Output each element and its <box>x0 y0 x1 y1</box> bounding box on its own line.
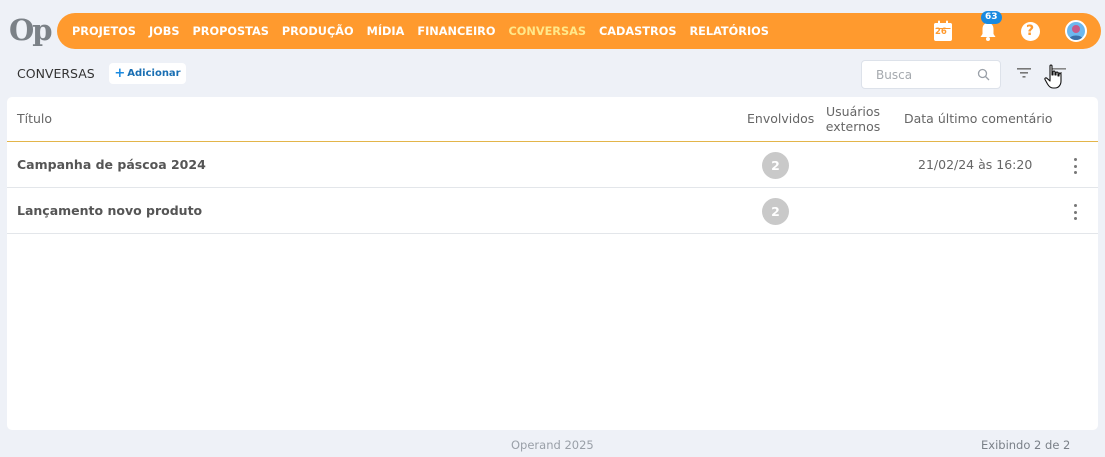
column-header-external-line1: Usuários <box>825 104 881 119</box>
search-box <box>861 60 1001 89</box>
nav-item-projetos[interactable]: PROJETOS <box>72 25 136 38</box>
nav-item-producao[interactable]: PRODUÇÃO <box>282 25 354 38</box>
nav-item-midia[interactable]: MÍDIA <box>367 25 405 38</box>
table-row[interactable]: Lançamento novo produto 2 <box>7 188 1098 234</box>
calendar-icon[interactable]: 26 <box>930 18 956 44</box>
notification-badge: 63 <box>981 11 1002 24</box>
column-header-external-line2: externos <box>825 119 881 134</box>
kebab-menu-icon[interactable] <box>1066 156 1084 176</box>
nav-item-conversas[interactable]: CONVERSAS <box>508 25 586 38</box>
page-title: CONVERSAS <box>17 66 95 81</box>
help-button[interactable]: ? <box>1017 18 1043 44</box>
hand-cursor-icon <box>1044 64 1062 89</box>
main-navbar: PROJETOS JOBS PROPOSTAS PRODUÇÃO MÍDIA F… <box>57 11 1101 49</box>
app-logo[interactable]: Op <box>9 13 53 47</box>
involved-count-badge: 2 <box>762 198 789 225</box>
nav-item-relatorios[interactable]: RELATÓRIOS <box>689 25 768 38</box>
kebab-menu-icon[interactable] <box>1066 202 1084 222</box>
user-avatar[interactable] <box>1063 18 1089 44</box>
search-icon[interactable] <box>977 68 990 81</box>
column-header-last-comment[interactable]: Data último comentário <box>904 111 1053 126</box>
conversation-title[interactable]: Lançamento novo produto <box>17 203 202 218</box>
column-header-title[interactable]: Título <box>17 111 52 126</box>
last-comment-date: 21/02/24 às 16:20 <box>918 157 1033 172</box>
avatar-image <box>1065 20 1087 42</box>
conversations-table: Título Envolvidos Usuários externos Data… <box>7 97 1098 430</box>
table-row[interactable]: Campanha de páscoa 2024 2 21/02/24 às 16… <box>7 142 1098 188</box>
nav-item-propostas[interactable]: PROPOSTAS <box>193 25 269 38</box>
add-button[interactable]: + Adicionar <box>109 63 186 84</box>
add-button-label: Adicionar <box>127 68 181 79</box>
column-header-external-users[interactable]: Usuários externos <box>823 104 883 134</box>
nav-menu: PROJETOS JOBS PROPOSTAS PRODUÇÃO MÍDIA F… <box>72 25 782 38</box>
notifications-button[interactable]: 63 <box>975 11 1002 44</box>
nav-item-jobs[interactable]: JOBS <box>149 25 180 38</box>
conversation-title[interactable]: Campanha de páscoa 2024 <box>17 157 206 172</box>
column-header-involved[interactable]: Envolvidos <box>747 111 814 126</box>
filter-icon[interactable] <box>1016 66 1032 80</box>
footer-copyright: Operand 2025 <box>511 438 594 452</box>
footer-record-count: Exibindo 2 de 2 <box>981 438 1071 452</box>
plus-icon: + <box>114 66 126 81</box>
nav-item-financeiro[interactable]: FINANCEIRO <box>417 25 495 38</box>
table-header: Título Envolvidos Usuários externos Data… <box>7 97 1098 142</box>
help-icon: ? <box>1020 21 1040 41</box>
nav-item-cadastros[interactable]: CADASTROS <box>599 25 676 38</box>
calendar-day: 26 <box>935 27 947 37</box>
search-input[interactable] <box>876 67 976 82</box>
involved-count-badge: 2 <box>762 152 789 179</box>
